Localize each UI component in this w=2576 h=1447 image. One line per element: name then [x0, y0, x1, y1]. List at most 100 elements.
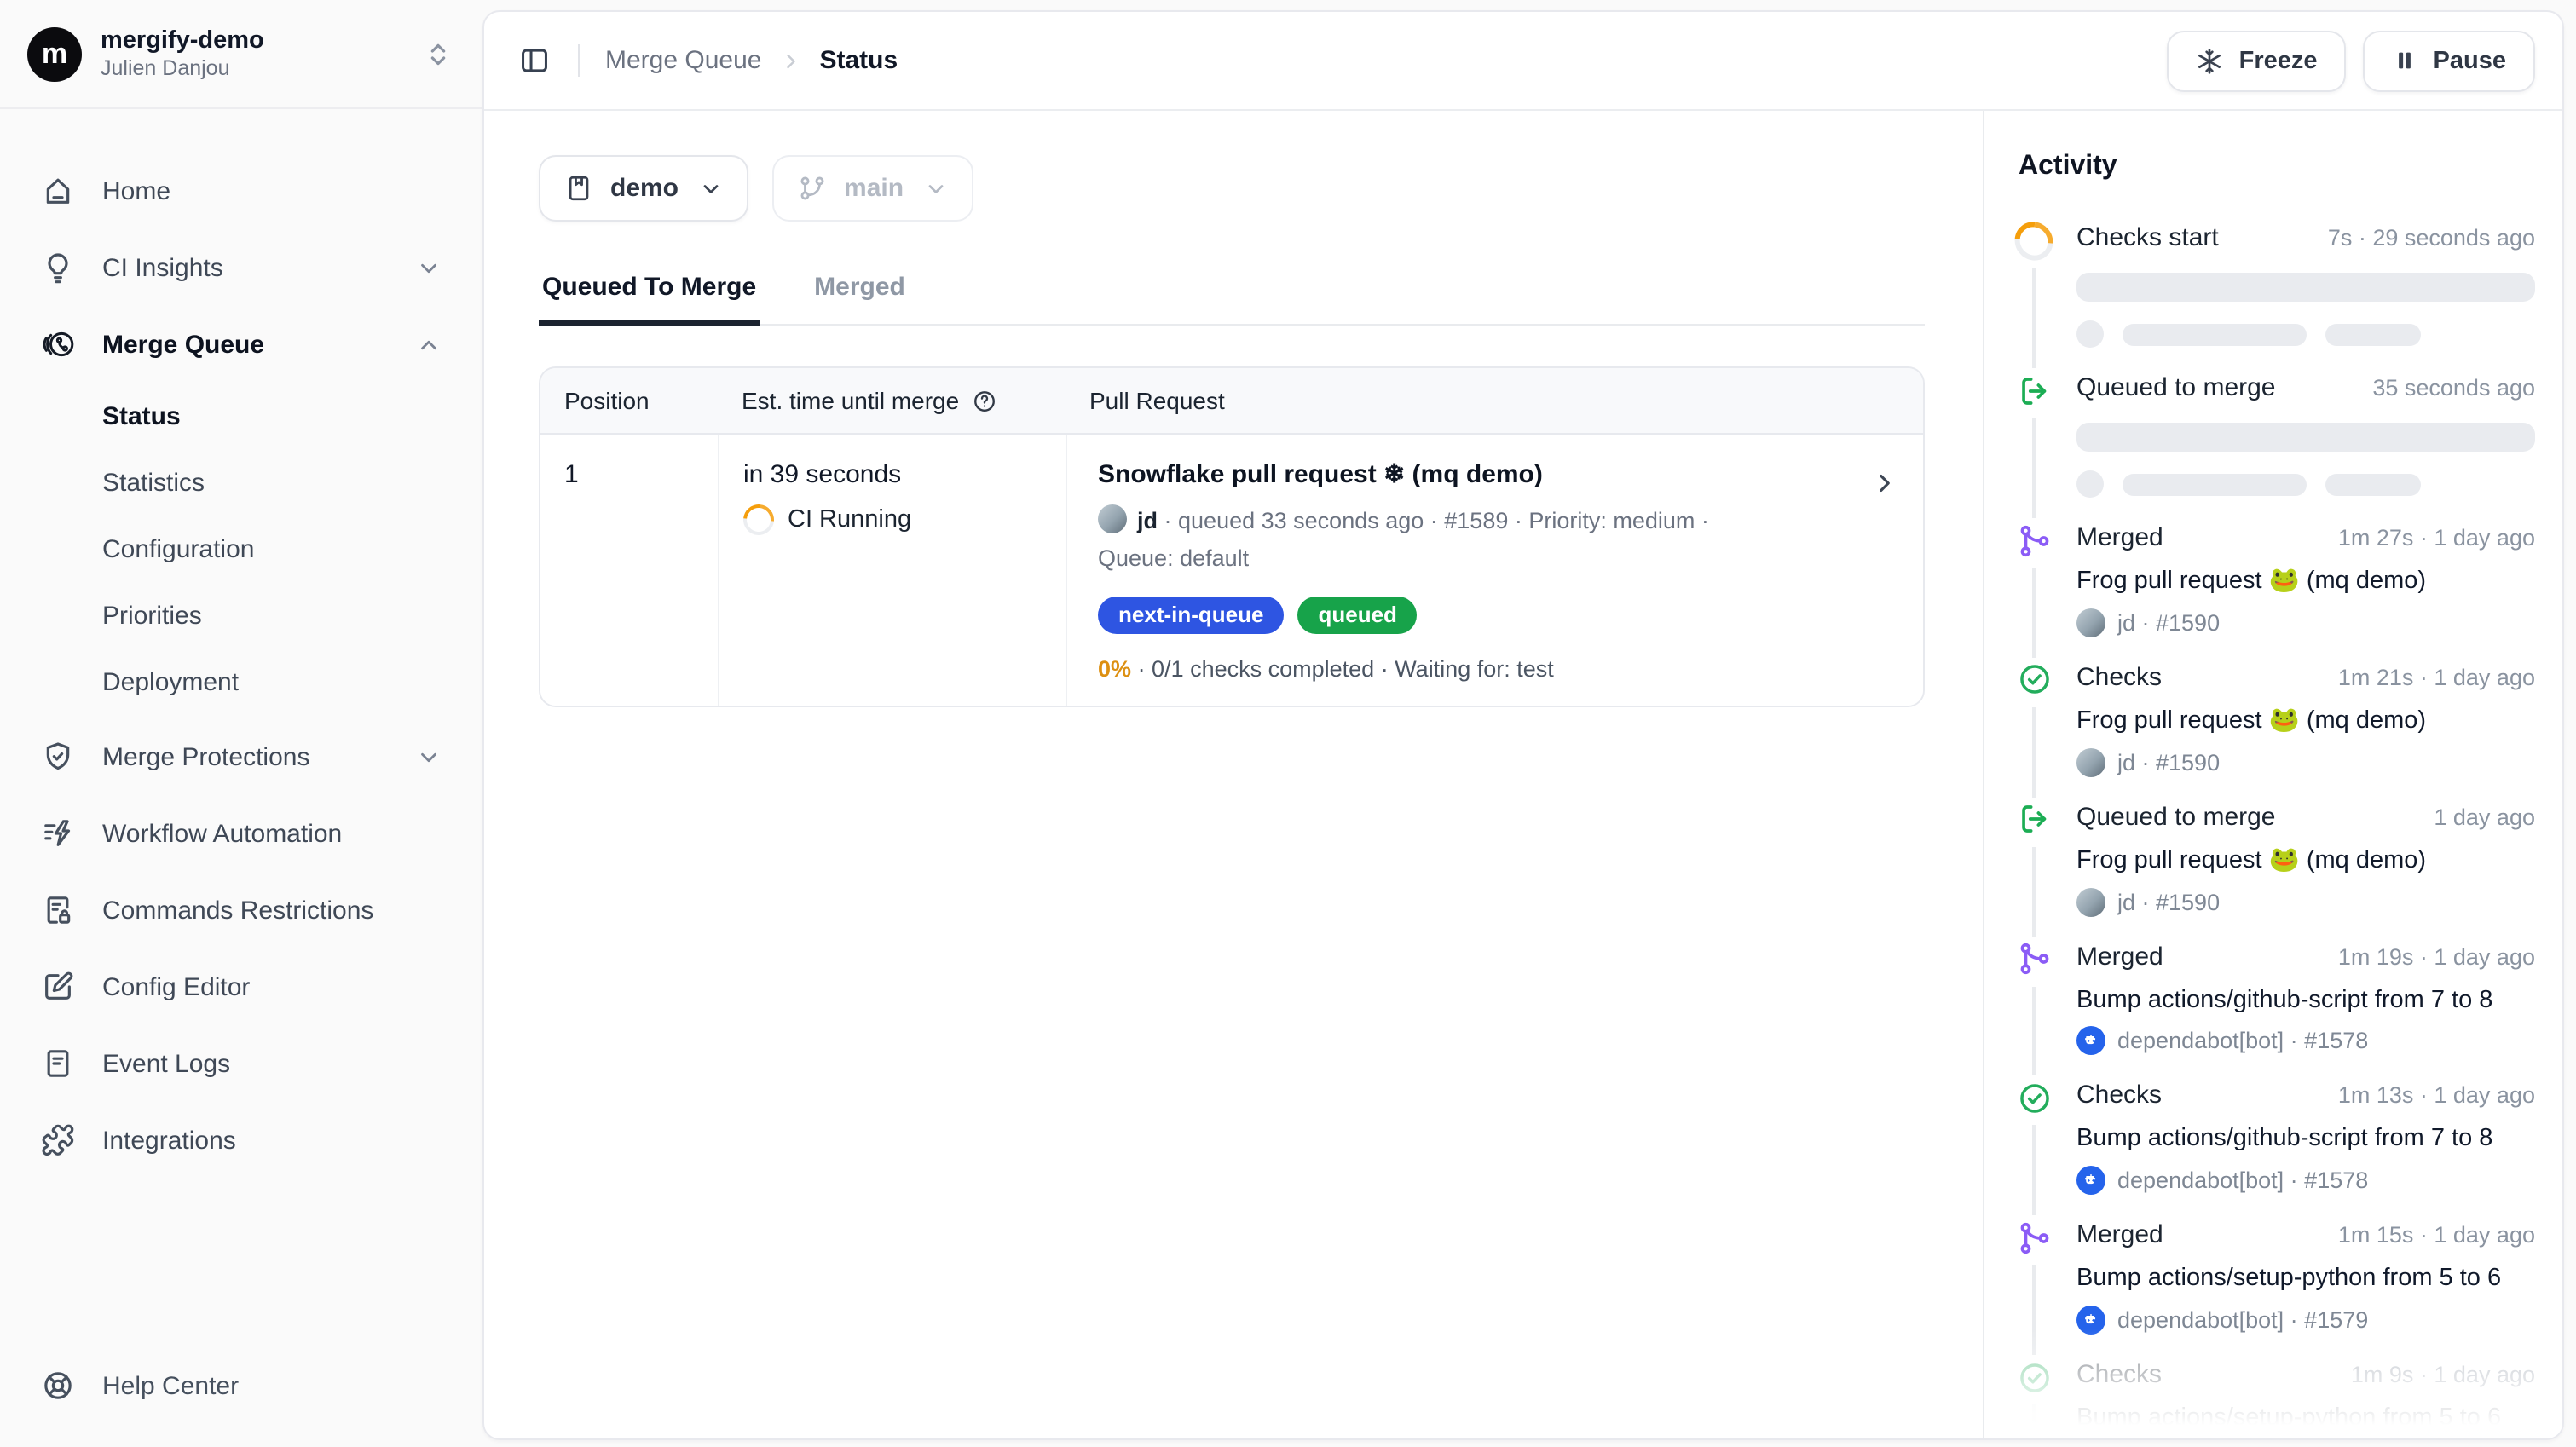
dependabot-icon	[2076, 1027, 2105, 1056]
breadcrumb-chevron-icon	[778, 49, 802, 72]
queued-to-merge-icon	[2015, 372, 2053, 409]
pr-author: jd	[1137, 508, 1158, 533]
pause-label: Pause	[2434, 47, 2506, 74]
sidebar-item-statistics[interactable]: Statistics	[102, 457, 462, 510]
avatar	[2076, 887, 2105, 916]
activity-entry[interactable]: Queued to merge1 day ago Frog pull reque…	[2015, 802, 2535, 942]
breadcrumb-merge-queue[interactable]: Merge Queue	[605, 46, 761, 75]
column-position: Position	[540, 368, 718, 433]
branch-select: main	[772, 155, 973, 222]
sidebar-item-integrations[interactable]: Integrations	[20, 1110, 462, 1171]
chevrons-up-down-icon	[425, 40, 452, 67]
sidebar-item-deployment[interactable]: Deployment	[102, 656, 462, 709]
snowflake-icon	[2197, 47, 2224, 74]
shield-check-icon	[41, 740, 75, 774]
column-pull-request: Pull Request	[1066, 368, 1923, 433]
sidebar-item-label: Merge Queue	[102, 330, 264, 359]
repository-value: demo	[610, 174, 679, 203]
sidebar-item-workflow-automation[interactable]: Workflow Automation	[20, 803, 462, 864]
avatar	[2076, 608, 2105, 637]
sidebar-item-merge-protections[interactable]: Merge Protections	[20, 726, 462, 787]
sidebar-item-home[interactable]: Home	[20, 160, 462, 222]
sidebar-item-commands-restrictions[interactable]: Commands Restrictions	[20, 879, 462, 941]
queue-row[interactable]: 1 in 39 seconds CI Running Snowflake pul…	[540, 435, 1923, 706]
timeline-line	[2032, 568, 2035, 658]
sidebar-item-config-editor[interactable]: Config Editor	[20, 956, 462, 1018]
org-switcher[interactable]: m mergify-demo Julien Danjou	[0, 0, 482, 109]
sidebar-item-ci-insights[interactable]: CI Insights	[20, 237, 462, 298]
filters: demo main	[539, 155, 1925, 222]
help-center-label: Help Center	[102, 1371, 239, 1400]
tab-queued-to-merge[interactable]: Queued To Merge	[539, 262, 760, 326]
chevron-down-icon	[416, 255, 442, 280]
activity-entry[interactable]: Checks start7s · 29 seconds ago	[2015, 223, 2535, 373]
skeleton-bar	[2325, 323, 2421, 345]
topbar: Merge Queue Status Freeze Pause	[484, 12, 2562, 111]
activity-entry[interactable]: Queued to merge35 seconds ago	[2015, 373, 2535, 523]
merge-queue-subnav: Status Statistics Configuration Prioriti…	[20, 390, 462, 709]
chevron-right-icon	[1870, 469, 1899, 498]
activity-entry[interactable]: Merged1m 19s · 1 day ago Bump actions/gi…	[2015, 942, 2535, 1081]
git-merge-icon	[2015, 940, 2053, 977]
checks-progress: 0%	[1098, 656, 1131, 682]
git-merge-icon	[2015, 522, 2053, 559]
sidebar-item-status[interactable]: Status	[102, 390, 462, 443]
file-text-icon	[41, 1046, 75, 1081]
help-center-link[interactable]: Help Center	[0, 1369, 482, 1447]
dependabot-icon	[2076, 1166, 2105, 1195]
square-pen-icon	[41, 970, 75, 1004]
skeleton-circle	[2076, 470, 2104, 498]
topbar-divider	[578, 44, 580, 77]
breadcrumb: Merge Queue Status	[605, 46, 898, 75]
sidebar-item-event-logs[interactable]: Event Logs	[20, 1033, 462, 1094]
sidebar-item-priorities[interactable]: Priorities	[102, 590, 462, 643]
life-buoy-icon	[41, 1369, 75, 1403]
sidebar-item-label: Config Editor	[102, 972, 250, 1001]
row-eta-cell: in 39 seconds CI Running	[718, 435, 1066, 706]
timeline-line	[2032, 846, 2035, 937]
tab-merged[interactable]: Merged	[811, 262, 909, 326]
home-icon	[41, 174, 75, 208]
git-merge-icon	[2015, 1219, 2053, 1256]
sidebar-item-label: CI Insights	[102, 253, 223, 282]
activity-entry[interactable]: Merged1m 27s · 1 day ago Frog pull reque…	[2015, 523, 2535, 663]
activity-panel: Activity Checks start7s · 29 seconds ago…	[1983, 111, 2562, 1438]
help-circle-icon[interactable]	[971, 388, 996, 413]
skeleton-bar	[2123, 473, 2307, 495]
lightbulb-icon	[41, 251, 75, 285]
activity-entry[interactable]: Checks1m 21s · 1 day ago Frog pull reque…	[2015, 663, 2535, 803]
column-est-time: Est. time until merge	[718, 368, 1066, 433]
app-root: m mergify-demo Julien Danjou Home CI Ins	[0, 0, 2576, 1447]
spinner-icon	[2015, 222, 2053, 259]
pr-meta: jd · queued 33 seconds ago · #1589 · Pri…	[1098, 503, 1892, 576]
timeline-line	[2032, 418, 2035, 518]
queue-content: demo main	[484, 111, 1983, 1438]
skeleton-circle	[2076, 320, 2104, 348]
sidebar-item-configuration[interactable]: Configuration	[102, 523, 462, 576]
workflow-zap-icon	[41, 816, 75, 850]
activity-title: Activity	[2019, 152, 2535, 182]
breadcrumb-status: Status	[819, 46, 898, 75]
org-name: mergify-demo	[101, 25, 406, 55]
git-branch-icon	[798, 174, 827, 203]
chevron-down-icon	[924, 176, 948, 200]
freeze-button[interactable]: Freeze	[2168, 30, 2347, 91]
activity-entry[interactable]: Checks1m 13s · 1 day ago Bump actions/gi…	[2015, 1081, 2535, 1221]
topbar-actions: Freeze Pause	[2168, 30, 2535, 91]
sidebar-item-label: Integrations	[102, 1126, 236, 1155]
branch-value: main	[844, 174, 904, 203]
queued-to-merge-icon	[2015, 800, 2053, 838]
pr-meta-text: · queued 33 seconds ago · #1589 · Priori…	[1164, 508, 1709, 533]
pause-button[interactable]: Pause	[2364, 30, 2535, 91]
sidebar-item-label: Commands Restrictions	[102, 896, 373, 925]
row-eta: in 39 seconds	[743, 460, 1042, 489]
repository-select[interactable]: demo	[539, 155, 748, 222]
check-circle-icon	[2015, 661, 2053, 699]
skeleton-bar	[2076, 273, 2535, 302]
activity-entry[interactable]: Merged1m 15s · 1 day ago Bump actions/se…	[2015, 1220, 2535, 1360]
sidebar-toggle-button[interactable]	[508, 35, 559, 86]
activity-entry[interactable]: Checks1m 9s · 1 day ago Bump actions/set…	[2015, 1360, 2535, 1438]
queue-tabs: Queued To Merge Merged	[539, 262, 1925, 326]
puzzle-icon	[41, 1123, 75, 1157]
sidebar-item-merge-queue[interactable]: Merge Queue	[20, 314, 462, 375]
